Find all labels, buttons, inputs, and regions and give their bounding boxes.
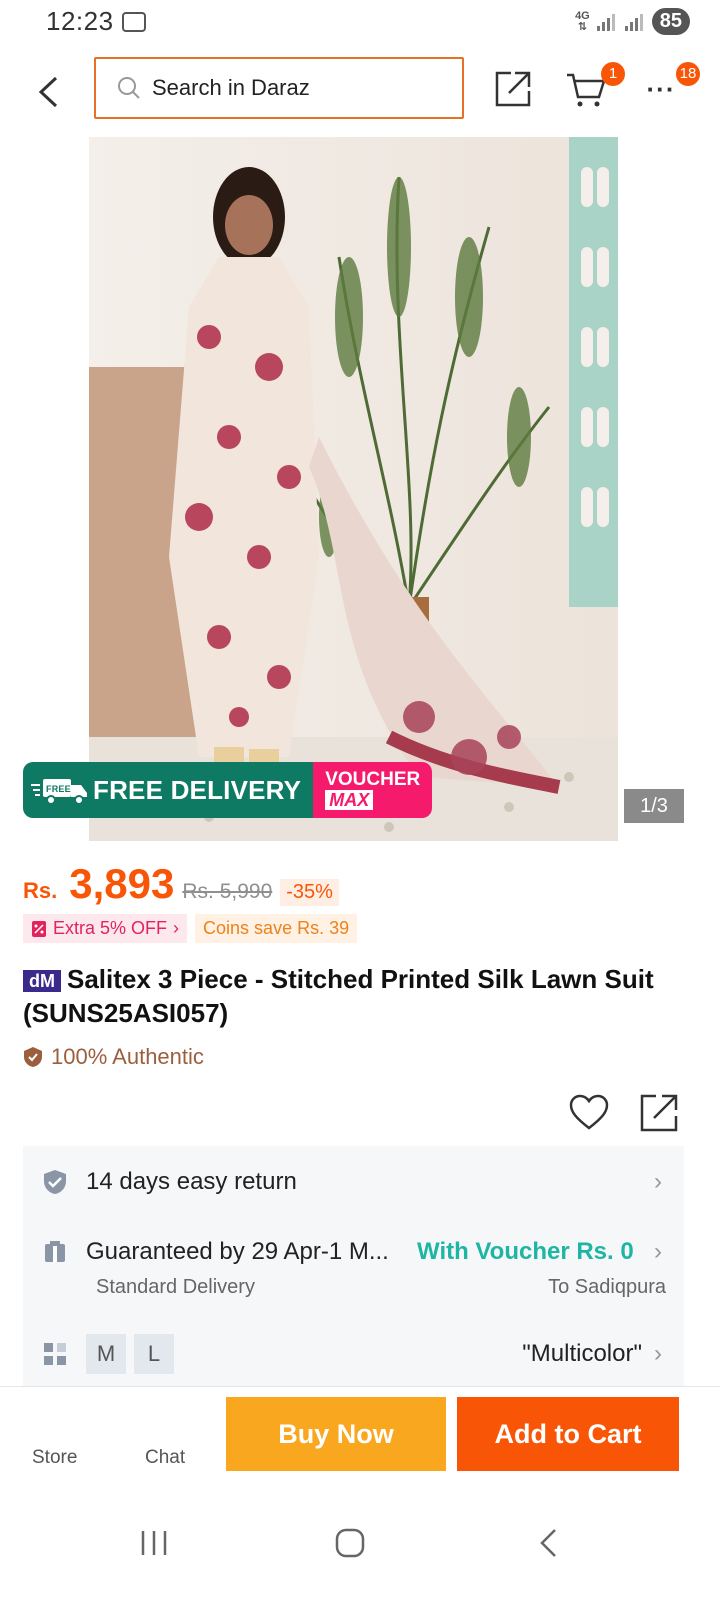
variant-grid-icon [44,1343,66,1365]
coins-chip[interactable]: Coins save Rs. 39 [195,914,358,943]
extra-off-chip[interactable]: Extra 5% OFF › [23,914,188,943]
product-title-text: Salitex 3 Piece - Stitched Printed Silk … [23,964,654,1028]
recent-apps-button[interactable] [124,1518,184,1568]
status-time: 12:23 [46,6,114,36]
home-icon [335,1528,365,1558]
promo-banner[interactable]: FREE FREE DELIVERY VOUCHER MAX [23,762,433,818]
battery-level: 85 [651,8,690,35]
delivery-location-text: To Sadiqpura [548,1276,666,1298]
search-input[interactable]: Search in Daraz [94,57,464,119]
size-option-m[interactable]: M [86,1334,126,1374]
shield-check-icon [44,1170,66,1194]
daraz-mall-tag: dM [23,970,61,993]
signal-icon [596,13,615,31]
voucher-max-badge: VOUCHER MAX [313,762,433,818]
current-price: 3,893 [69,860,175,907]
message-count-badge: 18 [676,62,700,86]
shield-check-icon [24,1047,42,1067]
discount-badge: -35% [280,879,339,906]
share-button[interactable] [490,66,536,112]
chevron-left-icon [38,76,58,108]
free-tag-text: FREE [46,784,71,794]
status-indicators: 4G ⇅ 85 [575,8,690,35]
search-icon [118,77,140,99]
home-button[interactable] [320,1518,380,1568]
buy-now-button[interactable]: Buy Now [226,1397,446,1471]
voucher-delivery-text: With Voucher Rs. 0 [417,1238,634,1265]
currency-label: Rs. [23,878,58,903]
system-back-button[interactable] [518,1518,578,1568]
product-info-panel: 14 days easy return › Guaranteed by 29 A… [23,1146,684,1388]
color-selection-text: "Multicolor" [522,1340,642,1367]
variant-row[interactable]: M L "Multicolor" › [23,1330,684,1378]
more-menu-button[interactable]: ··· 18 [638,62,700,112]
voucher-text: VOUCHER [325,769,421,790]
chevron-right-icon: › [654,1238,662,1265]
delivery-truck-icon: FREE [31,779,87,805]
more-icon: ··· [646,73,676,104]
chevron-right-icon: › [654,1340,662,1367]
cart-count-badge: 1 [601,62,625,86]
back-arrow-icon [540,1529,556,1557]
product-image[interactable] [89,137,618,841]
original-price: Rs. 5,990 [182,880,273,903]
chat-link[interactable]: Chat [145,1447,185,1469]
returns-text: 14 days easy return [86,1168,297,1195]
price-row: Rs. 3,893 Rs. 5,990 -35% [23,860,339,908]
size-option-l[interactable]: L [134,1334,174,1374]
back-button[interactable] [28,70,68,114]
delivery-date-text: Guaranteed by 29 Apr-1 M... [86,1238,389,1265]
heart-icon [569,1094,609,1130]
add-to-cart-button[interactable]: Add to Cart [457,1397,679,1471]
product-title: dM Salitex 3 Piece - Stitched Printed Sil… [23,962,673,1030]
voucher-icon [32,920,46,937]
cart-button[interactable]: 1 [563,62,625,112]
authentic-badge: 100% Authentic [23,1044,204,1070]
delivery-row[interactable]: Guaranteed by 29 Apr-1 M... With Voucher… [23,1228,684,1300]
returns-row[interactable]: 14 days easy return › [23,1146,684,1218]
share-icon [640,1094,678,1132]
screen-record-icon [122,12,146,32]
free-delivery-badge: FREE FREE DELIVERY [23,762,314,818]
authentic-text: 100% Authentic [51,1044,204,1069]
chevron-right-icon: › [654,1168,662,1195]
extra-off-text: Extra 5% OFF [53,918,168,938]
share-product-button[interactable] [638,1092,680,1134]
search-placeholder: Search in Daraz [152,75,310,100]
free-delivery-text: FREE DELIVERY [93,774,302,805]
package-icon [45,1241,65,1262]
chevron-right-icon: › [173,918,180,938]
signal-icon-2 [624,13,643,31]
image-counter: 1/3 [624,789,684,823]
bottom-action-bar: Store Chat Buy Now Add to Cart [0,1386,720,1491]
delivery-type-text: Standard Delivery [96,1276,255,1298]
wishlist-button[interactable] [568,1092,610,1134]
max-text: MAX [325,790,374,810]
system-navigation-bar [0,1490,720,1600]
share-icon [495,71,531,107]
store-link[interactable]: Store [32,1447,77,1469]
product-photo [89,137,618,841]
promo-chips: Extra 5% OFF › Coins save Rs. 39 [23,914,358,943]
recent-apps-icon [141,1531,167,1555]
network-type: 4G ⇅ [575,9,590,33]
